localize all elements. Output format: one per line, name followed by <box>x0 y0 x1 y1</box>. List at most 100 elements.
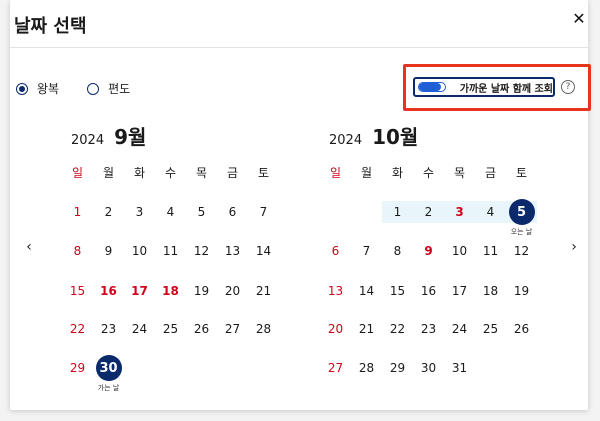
day-cell[interactable]: 25 <box>155 318 186 340</box>
radio-unselected-icon <box>87 82 100 95</box>
day-cell[interactable]: 2 <box>413 201 444 223</box>
day-cell[interactable]: 9 <box>413 240 444 262</box>
day-cell[interactable]: 16 <box>413 280 444 302</box>
day-cell[interactable]: 14 <box>248 240 279 262</box>
day-cell[interactable]: 10 <box>124 240 155 262</box>
week-row: 27 28 29 30 31 <box>320 357 537 379</box>
day-cell[interactable]: 1 <box>382 201 413 223</box>
day-cell[interactable]: 26 <box>506 318 537 340</box>
day-cell[interactable]: 15 <box>62 280 93 302</box>
chevron-left-icon: ‹ <box>26 239 32 255</box>
selected-day-label: 오는 날 <box>510 228 533 236</box>
weekday-label: 월 <box>102 165 115 180</box>
day-cell[interactable]: 19 <box>506 280 537 302</box>
day-cell[interactable]: 24 <box>124 318 155 340</box>
day-cell[interactable]: 1 <box>62 201 93 223</box>
day-cell[interactable]: 19 <box>186 280 217 302</box>
weekday-label: 일 <box>329 165 342 180</box>
header-divider <box>10 47 588 48</box>
day-cell[interactable]: 8 <box>382 240 413 262</box>
day-cell[interactable]: 4 <box>155 201 186 223</box>
day-cell[interactable]: 5 오는 날 <box>506 199 537 236</box>
day-cell[interactable]: 10 <box>444 240 475 262</box>
day-cell[interactable]: 13 <box>320 280 351 302</box>
day-cell[interactable]: 15 <box>382 280 413 302</box>
week-row: 15 16 17 18 19 20 21 <box>62 280 279 302</box>
day-cell[interactable]: 6 <box>217 201 248 223</box>
close-icon: ✕ <box>572 8 586 28</box>
weekday-label: 화 <box>391 165 404 180</box>
day-cell[interactable]: 4 <box>475 201 506 223</box>
day-cell[interactable]: 17 <box>124 280 155 302</box>
day-cell[interactable]: 7 <box>248 201 279 223</box>
next-month-button[interactable]: › <box>567 239 581 255</box>
day-cell[interactable]: 16 <box>93 280 124 302</box>
day-cell[interactable]: 5 <box>186 201 217 223</box>
month-name: 9월 <box>114 125 147 149</box>
day-cell[interactable]: 26 <box>186 318 217 340</box>
nearby-dates-label: 가까운 날짜 함께 조회 <box>459 83 553 95</box>
month-header: 2024 10월 <box>329 121 418 150</box>
day-cell[interactable]: 6 <box>320 240 351 262</box>
day-cell[interactable]: 28 <box>248 318 279 340</box>
day-cell[interactable]: 25 <box>475 318 506 340</box>
day-cell[interactable]: 29 <box>382 357 413 379</box>
weekday-label: 수 <box>422 165 435 180</box>
weekday-label: 목 <box>453 165 466 180</box>
day-cell[interactable]: 28 <box>351 357 382 379</box>
weekday-row: 일월화수목금토 <box>62 161 279 183</box>
day-cell[interactable]: 7 <box>351 240 382 262</box>
day-cell[interactable]: 20 <box>320 318 351 340</box>
weekday-label: 목 <box>195 165 208 180</box>
day-cell[interactable]: 9 <box>93 240 124 262</box>
day-cell[interactable]: 14 <box>351 280 382 302</box>
day-cell[interactable]: 24 <box>444 318 475 340</box>
month-year: 2024 <box>329 133 363 148</box>
day-cell[interactable]: 22 <box>382 318 413 340</box>
day-cell[interactable]: 30 <box>413 357 444 379</box>
day-cell[interactable]: 22 <box>62 318 93 340</box>
week-row: 22 23 24 25 26 27 28 <box>62 318 279 340</box>
day-cell[interactable]: 17 <box>444 280 475 302</box>
day-cell[interactable]: 29 <box>62 357 93 379</box>
day-cell[interactable]: 27 <box>320 357 351 379</box>
nearby-dates-toggle[interactable]: 가까운 날짜 함께 조회 <box>413 77 555 97</box>
close-button[interactable]: ✕ <box>570 8 588 28</box>
day-cell[interactable]: 21 <box>248 280 279 302</box>
weekday-label: 수 <box>164 165 177 180</box>
day-cell[interactable]: 18 <box>155 280 186 302</box>
day-cell[interactable]: 23 <box>93 318 124 340</box>
prev-month-button[interactable]: ‹ <box>22 239 36 255</box>
day-cell[interactable]: 3 <box>124 201 155 223</box>
week-row: 1234567 <box>62 201 279 223</box>
day-cell[interactable]: 8 <box>62 240 93 262</box>
toggle-switch-icon <box>418 82 446 92</box>
help-icon[interactable]: ? <box>561 80 575 94</box>
weekday-label: 토 <box>257 165 270 180</box>
day-cell[interactable]: 21 <box>351 318 382 340</box>
day-cell[interactable]: 12 <box>186 240 217 262</box>
day-cell[interactable]: 23 <box>413 318 444 340</box>
day-cell[interactable]: 11 <box>475 240 506 262</box>
day-cell[interactable]: 20 <box>217 280 248 302</box>
day-cell[interactable]: 31 <box>444 357 475 379</box>
week-row: 1 2 3 4 5 오는 날 <box>320 199 537 236</box>
one-way-label: 편도 <box>108 82 131 96</box>
day-cell[interactable]: 12 <box>506 240 537 262</box>
weekday-label: 금 <box>484 165 497 180</box>
weekday-label: 일 <box>71 165 84 180</box>
day-cell[interactable]: 3 <box>444 201 475 223</box>
month-name: 10월 <box>372 125 419 149</box>
day-cell[interactable]: 18 <box>475 280 506 302</box>
day-cell[interactable]: 27 <box>217 318 248 340</box>
day-cell[interactable]: 11 <box>155 240 186 262</box>
day-cell[interactable]: 30 가는 날 <box>93 355 124 392</box>
day-cell[interactable]: 13 <box>217 240 248 262</box>
one-way-radio[interactable]: 편도 <box>87 80 130 97</box>
round-trip-radio[interactable]: 왕복 <box>16 80 59 97</box>
round-trip-label: 왕복 <box>37 82 60 96</box>
week-row: 13 14 15 16 17 18 19 <box>320 280 537 302</box>
weekday-label: 토 <box>515 165 528 180</box>
radio-selected-icon <box>16 82 28 95</box>
day-cell[interactable]: 2 <box>93 201 124 223</box>
